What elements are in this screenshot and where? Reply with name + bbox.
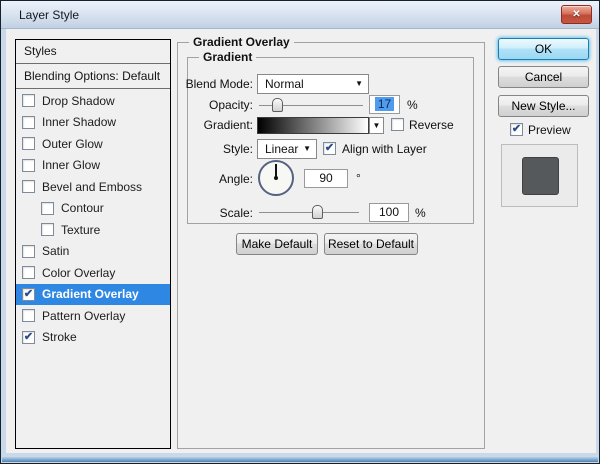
sidebar-item-stroke[interactable]: ✔ Stroke [16, 327, 170, 349]
scale-label: Scale: [181, 203, 253, 223]
new-style-button[interactable]: New Style... [498, 95, 589, 117]
checkbox-icon[interactable] [22, 159, 35, 172]
checkbox-icon[interactable] [22, 137, 35, 150]
close-button[interactable]: ✕ [561, 5, 592, 24]
scale-input[interactable]: 100 [369, 203, 409, 222]
opacity-unit: % [407, 97, 418, 113]
checkbox-icon[interactable] [41, 223, 54, 236]
make-default-button[interactable]: Make Default [236, 233, 318, 255]
close-icon: ✕ [572, 9, 580, 20]
scale-value: 100 [379, 205, 399, 219]
opacity-slider[interactable] [259, 105, 363, 106]
angle-unit: ° [356, 170, 361, 186]
gradient-label: Gradient: [181, 115, 253, 135]
sidebar-item-label: Texture [61, 223, 100, 237]
sidebar-item-inner-shadow[interactable]: Inner Shadow [16, 112, 170, 134]
opacity-slider-thumb[interactable] [272, 98, 283, 112]
scale-slider[interactable] [259, 212, 359, 213]
sidebar-item-label: Color Overlay [42, 266, 115, 280]
gradient-picker-button[interactable]: ▼ [369, 117, 384, 134]
sidebar-item-gradient-overlay[interactable]: ✔ Gradient Overlay [16, 284, 170, 306]
sidebar-header-styles[interactable]: Styles [16, 40, 170, 64]
chevron-down-icon: ▼ [303, 140, 311, 158]
window-title: Layer Style [19, 8, 79, 22]
layer-style-dialog: Layer Style ✕ Styles Blending Options: D… [0, 0, 600, 464]
sidebar-item-contour[interactable]: Contour [16, 198, 170, 220]
sidebar-item-label: Pattern Overlay [42, 309, 125, 323]
sidebar-item-label: Bevel and Emboss [42, 180, 142, 194]
sidebar-item-label: Satin [42, 244, 69, 258]
sidebar-item-label: Inner Glow [42, 158, 100, 172]
gradient-swatch[interactable] [257, 117, 369, 134]
chevron-down-icon: ▼ [355, 75, 363, 93]
sidebar-item-label: Inner Shadow [42, 115, 116, 129]
blend-mode-dropdown[interactable]: Normal ▼ [257, 74, 369, 94]
opacity-value: 17 [375, 97, 394, 111]
align-with-layer-checkbox[interactable]: ✔ [323, 142, 336, 155]
checkbox-icon[interactable] [22, 116, 35, 129]
sidebar-item-label: Stroke [42, 330, 77, 344]
scale-unit: % [415, 205, 426, 221]
align-with-layer-label: Align with Layer [342, 140, 427, 158]
group-legend: Gradient [199, 50, 256, 64]
panel-legend: Gradient Overlay [189, 35, 294, 49]
checkbox-icon[interactable]: ✔ [22, 288, 35, 301]
angle-center-dot [274, 176, 278, 180]
ok-button[interactable]: OK [498, 38, 589, 60]
sidebar-item-inner-glow[interactable]: Inner Glow [16, 155, 170, 177]
angle-input[interactable]: 90 [304, 169, 348, 188]
preview-label: Preview [528, 121, 571, 139]
reverse-checkbox[interactable] [391, 118, 404, 131]
sidebar-item-outer-glow[interactable]: Outer Glow [16, 133, 170, 155]
titlebar[interactable]: Layer Style ✕ [1, 1, 599, 29]
sidebar-item-drop-shadow[interactable]: Drop Shadow [16, 90, 170, 112]
reset-to-default-button[interactable]: Reset to Default [324, 233, 418, 255]
sidebar-item-texture[interactable]: Texture [16, 219, 170, 241]
chevron-down-icon: ▼ [373, 121, 381, 130]
style-label: Style: [181, 139, 253, 159]
dialog-body: Styles Blending Options: Default Drop Sh… [6, 29, 596, 453]
sidebar-item-label: Drop Shadow [42, 94, 115, 108]
sidebar-item-bevel-and-emboss[interactable]: Bevel and Emboss [16, 176, 170, 198]
sidebar-items: Drop Shadow Inner Shadow Outer Glow Inner G… [16, 90, 170, 348]
cancel-button[interactable]: Cancel [498, 66, 589, 88]
opacity-input[interactable]: 17 [369, 95, 400, 114]
checkbox-icon[interactable] [41, 202, 54, 215]
blend-mode-value: Normal [265, 77, 304, 91]
scale-slider-thumb[interactable] [312, 205, 323, 219]
sidebar-item-label: Outer Glow [42, 137, 103, 151]
angle-value: 90 [319, 171, 332, 185]
sidebar-item-label: Gradient Overlay [42, 287, 139, 301]
checkbox-icon[interactable] [22, 266, 35, 279]
opacity-label: Opacity: [181, 95, 253, 115]
sidebar-item-satin[interactable]: Satin [16, 241, 170, 263]
style-dropdown[interactable]: Linear ▼ [257, 139, 317, 159]
style-value: Linear [265, 142, 298, 156]
sidebar-item-color-overlay[interactable]: Color Overlay [16, 262, 170, 284]
checkbox-icon[interactable] [22, 180, 35, 193]
angle-label: Angle: [181, 169, 253, 189]
checkbox-icon[interactable] [22, 245, 35, 258]
check-icon: ✔ [325, 142, 334, 154]
preview-checkbox[interactable]: ✔ [510, 123, 523, 136]
styles-list: Styles Blending Options: Default Drop Sh… [15, 39, 171, 449]
sidebar-item-pattern-overlay[interactable]: Pattern Overlay [16, 305, 170, 327]
reverse-label: Reverse [409, 116, 454, 134]
angle-dial[interactable] [258, 160, 294, 196]
sidebar-item-label: Contour [61, 201, 104, 215]
checkbox-icon[interactable]: ✔ [22, 331, 35, 344]
checkbox-icon[interactable] [22, 309, 35, 322]
checkbox-icon[interactable] [22, 94, 35, 107]
blend-mode-label: Blend Mode: [181, 74, 253, 94]
check-icon: ✔ [512, 123, 521, 135]
preview-swatch-layer [522, 157, 559, 195]
preview-swatch [501, 144, 578, 207]
sidebar-item-blending-options[interactable]: Blending Options: Default [16, 64, 170, 89]
